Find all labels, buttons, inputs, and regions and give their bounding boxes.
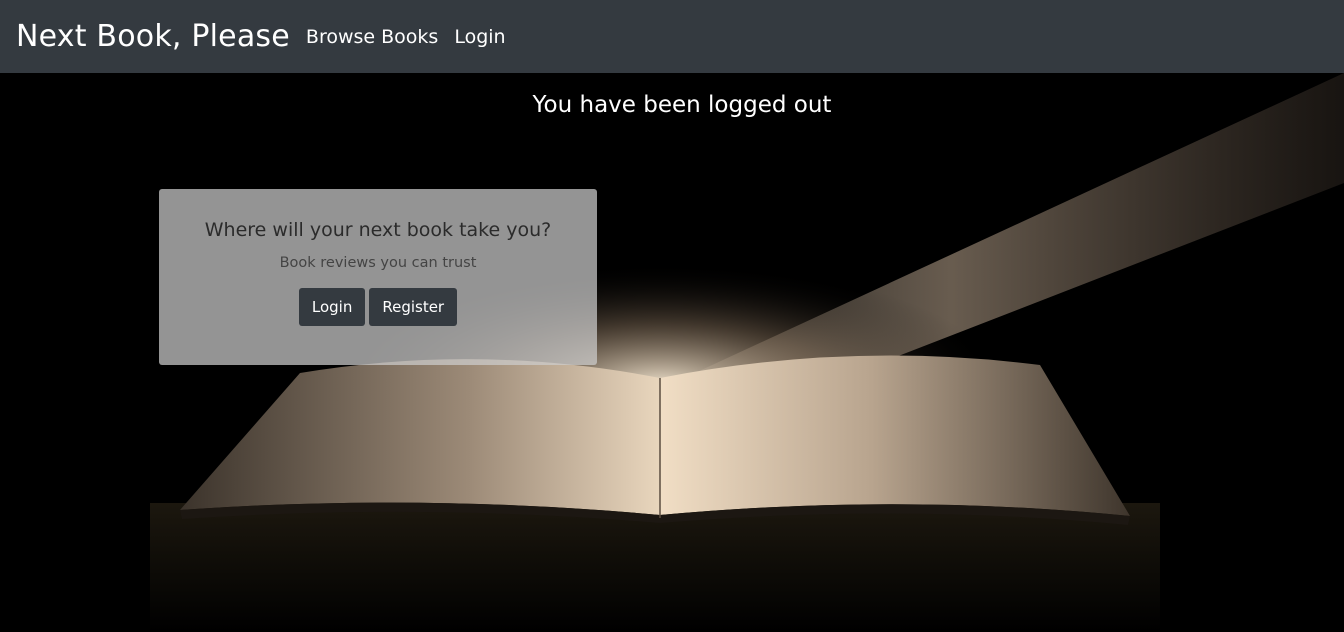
- hero-card-buttons: Login Register: [159, 288, 597, 326]
- login-button[interactable]: Login: [298, 288, 366, 326]
- top-navbar: Next Book, Please Browse Books Login: [0, 0, 1344, 73]
- brand-logo-link[interactable]: Next Book, Please: [16, 19, 290, 54]
- hero-section: You have been logged out Where will your…: [0, 73, 1344, 632]
- nav-link-login[interactable]: Login: [454, 26, 505, 48]
- logout-flash-message: You have been logged out: [532, 92, 832, 118]
- nav-link-browse-books[interactable]: Browse Books: [306, 26, 438, 48]
- hero-card-subtitle: Book reviews you can trust: [279, 255, 477, 271]
- hero-card-title: Where will your next book take you?: [204, 219, 552, 241]
- register-button[interactable]: Register: [369, 288, 458, 326]
- hero-card: Where will your next book take you? Book…: [159, 189, 597, 365]
